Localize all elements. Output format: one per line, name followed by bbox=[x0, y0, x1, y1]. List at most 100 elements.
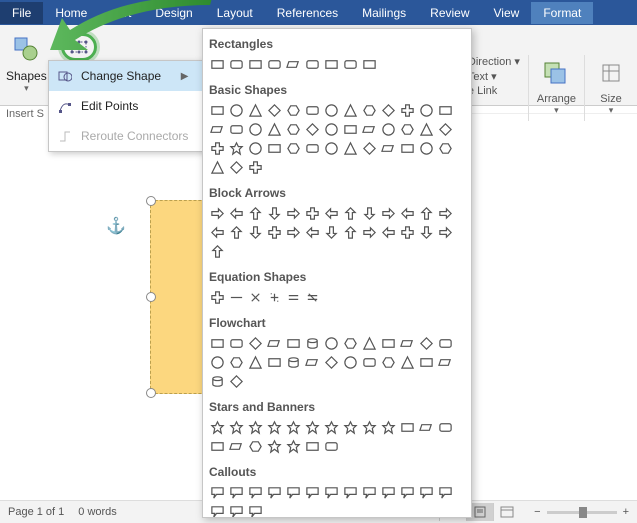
shape-option[interactable] bbox=[266, 140, 283, 157]
shape-option[interactable] bbox=[323, 140, 340, 157]
shape-option[interactable] bbox=[247, 354, 264, 371]
shape-option[interactable] bbox=[228, 438, 245, 455]
shape-option[interactable] bbox=[323, 205, 340, 222]
shape-option[interactable] bbox=[209, 484, 226, 501]
shape-option[interactable] bbox=[228, 335, 245, 352]
shape-option[interactable] bbox=[228, 121, 245, 138]
shape-option[interactable] bbox=[380, 205, 397, 222]
shape-option[interactable] bbox=[342, 224, 359, 241]
shape-option[interactable] bbox=[418, 102, 435, 119]
shape-option[interactable] bbox=[304, 289, 321, 306]
shape-option[interactable] bbox=[285, 121, 302, 138]
shape-option[interactable] bbox=[418, 419, 435, 436]
shape-option[interactable] bbox=[266, 484, 283, 501]
shape-option[interactable] bbox=[342, 419, 359, 436]
shape-option[interactable] bbox=[323, 224, 340, 241]
shape-option[interactable] bbox=[285, 335, 302, 352]
shape-option[interactable] bbox=[304, 438, 321, 455]
shape-option[interactable] bbox=[228, 289, 245, 306]
shape-option[interactable] bbox=[342, 102, 359, 119]
shape-option[interactable] bbox=[304, 205, 321, 222]
text-direction-button[interactable]: Direction ▾ bbox=[468, 55, 520, 68]
shape-option[interactable] bbox=[266, 354, 283, 371]
shape-option[interactable] bbox=[304, 56, 321, 73]
shape-option[interactable] bbox=[399, 121, 416, 138]
shape-option[interactable] bbox=[228, 140, 245, 157]
shape-option[interactable] bbox=[228, 56, 245, 73]
shape-option[interactable] bbox=[266, 121, 283, 138]
shape-option[interactable] bbox=[266, 102, 283, 119]
shape-option[interactable] bbox=[266, 289, 283, 306]
shape-option[interactable] bbox=[361, 56, 378, 73]
shape-option[interactable] bbox=[437, 224, 454, 241]
shape-option[interactable] bbox=[228, 159, 245, 176]
zoom-slider[interactable] bbox=[547, 511, 617, 514]
shape-option[interactable] bbox=[399, 224, 416, 241]
shape-option[interactable] bbox=[247, 140, 264, 157]
shape-option[interactable] bbox=[323, 354, 340, 371]
shape-option[interactable] bbox=[418, 205, 435, 222]
shape-option[interactable] bbox=[399, 102, 416, 119]
shape-option[interactable] bbox=[285, 438, 302, 455]
shape-option[interactable] bbox=[209, 243, 226, 260]
shape-option[interactable] bbox=[247, 159, 264, 176]
shape-option[interactable] bbox=[323, 484, 340, 501]
shape-option[interactable] bbox=[380, 121, 397, 138]
shape-option[interactable] bbox=[228, 419, 245, 436]
shape-option[interactable] bbox=[418, 121, 435, 138]
shape-option[interactable] bbox=[304, 335, 321, 352]
resize-handle[interactable] bbox=[146, 292, 156, 302]
shape-option[interactable] bbox=[285, 56, 302, 73]
shape-option[interactable] bbox=[418, 484, 435, 501]
shape-option[interactable] bbox=[266, 335, 283, 352]
shape-option[interactable] bbox=[209, 354, 226, 371]
shape-option[interactable] bbox=[323, 419, 340, 436]
tab-format[interactable]: Format bbox=[531, 2, 593, 24]
shape-option[interactable] bbox=[437, 419, 454, 436]
shape-option[interactable] bbox=[266, 56, 283, 73]
shape-option[interactable] bbox=[228, 205, 245, 222]
shape-option[interactable] bbox=[342, 335, 359, 352]
shape-option[interactable] bbox=[342, 121, 359, 138]
create-link-button[interactable]: e Link bbox=[468, 85, 520, 97]
shape-option[interactable] bbox=[285, 224, 302, 241]
shape-option[interactable] bbox=[342, 354, 359, 371]
shape-option[interactable] bbox=[304, 354, 321, 371]
tab-references[interactable]: References bbox=[265, 2, 350, 24]
shape-option[interactable] bbox=[380, 140, 397, 157]
shape-option[interactable] bbox=[285, 354, 302, 371]
shape-option[interactable] bbox=[437, 140, 454, 157]
shape-option[interactable] bbox=[361, 121, 378, 138]
shape-option[interactable] bbox=[247, 335, 264, 352]
shape-option[interactable] bbox=[361, 140, 378, 157]
shape-option[interactable] bbox=[247, 419, 264, 436]
shape-option[interactable] bbox=[437, 335, 454, 352]
shape-option[interactable] bbox=[209, 102, 226, 119]
shape-option[interactable] bbox=[247, 56, 264, 73]
shape-option[interactable] bbox=[304, 121, 321, 138]
shape-option[interactable] bbox=[285, 289, 302, 306]
shape-option[interactable] bbox=[266, 438, 283, 455]
shape-option[interactable] bbox=[228, 484, 245, 501]
tab-home[interactable]: Home bbox=[43, 2, 99, 24]
shape-option[interactable] bbox=[209, 289, 226, 306]
shape-option[interactable] bbox=[361, 102, 378, 119]
shape-option[interactable] bbox=[361, 419, 378, 436]
shape-option[interactable] bbox=[304, 419, 321, 436]
shape-option[interactable] bbox=[266, 224, 283, 241]
tab-file[interactable]: File bbox=[0, 2, 43, 24]
arrange-button[interactable] bbox=[537, 55, 573, 91]
shape-option[interactable] bbox=[304, 102, 321, 119]
shape-option[interactable] bbox=[247, 224, 264, 241]
resize-handle[interactable] bbox=[146, 196, 156, 206]
zoom-in-icon[interactable]: + bbox=[623, 506, 629, 518]
tab-design[interactable]: Design bbox=[143, 2, 204, 24]
shape-option[interactable] bbox=[247, 503, 264, 518]
edit-shape-button[interactable] bbox=[61, 33, 97, 61]
shape-option[interactable] bbox=[437, 205, 454, 222]
shape-option[interactable] bbox=[304, 484, 321, 501]
zoom-out-icon[interactable]: − bbox=[534, 506, 540, 518]
shape-option[interactable] bbox=[437, 121, 454, 138]
shape-option[interactable] bbox=[418, 224, 435, 241]
shape-option[interactable] bbox=[380, 484, 397, 501]
